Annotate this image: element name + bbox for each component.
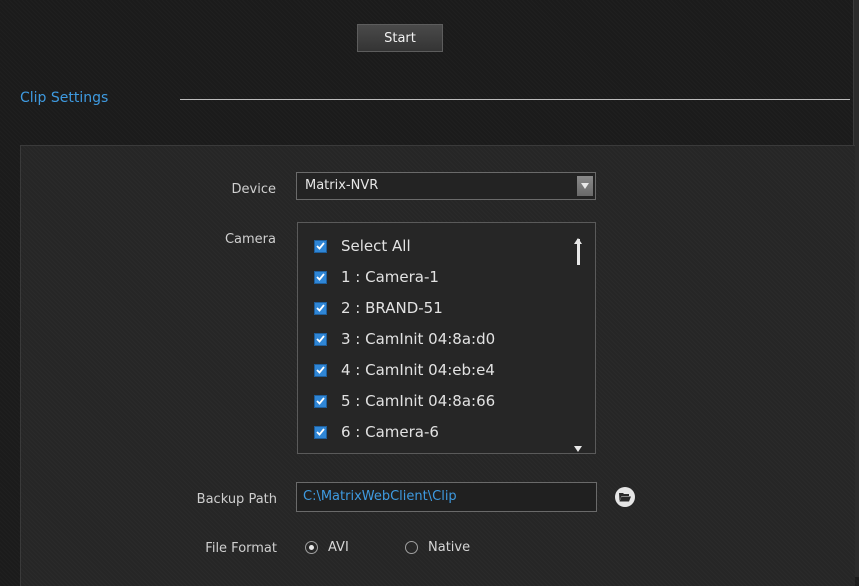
backup-path-input[interactable]: C:\MatrixWebClient\Clip: [296, 482, 597, 512]
scrollbar-thumb[interactable]: [577, 239, 580, 265]
device-select[interactable]: Matrix-NVR: [296, 172, 596, 200]
checkbox-checked-icon[interactable]: [314, 394, 327, 408]
backup-path-label: Backup Path: [196, 492, 277, 507]
scroll-up-icon[interactable]: [574, 229, 582, 244]
camera-item-label: 1 : Camera-1: [341, 268, 439, 286]
checkbox-checked-icon[interactable]: [314, 332, 327, 346]
section-divider: [180, 99, 850, 100]
camera-item-label: 2 : BRAND-51: [341, 299, 443, 317]
camera-item[interactable]: 6 : Camera-6: [314, 422, 439, 442]
device-label: Device: [231, 182, 276, 197]
camera-item-label: 6 : Camera-6: [341, 423, 439, 441]
camera-item-label: 5 : CamInit 04:8a:66: [341, 392, 496, 410]
radio-unselected-icon[interactable]: [405, 541, 418, 554]
device-select-value: Matrix-NVR: [305, 178, 379, 193]
checkbox-checked-icon[interactable]: [314, 363, 327, 377]
start-button[interactable]: Start: [357, 24, 443, 52]
camera-item[interactable]: 5 : CamInit 04:8a:66: [314, 391, 495, 411]
camera-select-all[interactable]: Select All: [314, 236, 411, 256]
camera-list[interactable]: Select All 1 : Camera-1 2 : BRAND-51 3 :…: [297, 222, 596, 454]
checkbox-checked-icon[interactable]: [314, 270, 327, 284]
camera-label: Camera: [224, 232, 276, 247]
format-option-label: Native: [428, 540, 471, 555]
radio-selected-icon[interactable]: [305, 541, 318, 554]
camera-item-label: 3 : CamInit 04:8a:d0: [341, 330, 496, 348]
camera-item[interactable]: 3 : CamInit 04:8a:d0: [314, 329, 495, 349]
checkbox-checked-icon[interactable]: [314, 425, 327, 439]
camera-item[interactable]: 1 : Camera-1: [314, 267, 439, 287]
checkbox-checked-icon[interactable]: [314, 301, 327, 315]
scroll-down-icon[interactable]: [574, 437, 582, 452]
section-title: Clip Settings: [20, 90, 109, 106]
chevron-down-icon[interactable]: [577, 176, 593, 196]
folder-open-icon[interactable]: [615, 487, 635, 507]
camera-item[interactable]: 4 : CamInit 04:eb:e4: [314, 360, 495, 380]
camera-item-label: Select All: [341, 237, 411, 255]
format-option-avi[interactable]: AVI: [305, 540, 349, 555]
camera-item-label: 4 : CamInit 04:eb:e4: [341, 361, 495, 379]
format-option-label: AVI: [328, 540, 349, 555]
format-option-native[interactable]: Native: [405, 540, 470, 555]
file-format-label: File Format: [205, 541, 277, 556]
checkbox-checked-icon[interactable]: [314, 239, 327, 253]
camera-item[interactable]: 2 : BRAND-51: [314, 298, 443, 318]
